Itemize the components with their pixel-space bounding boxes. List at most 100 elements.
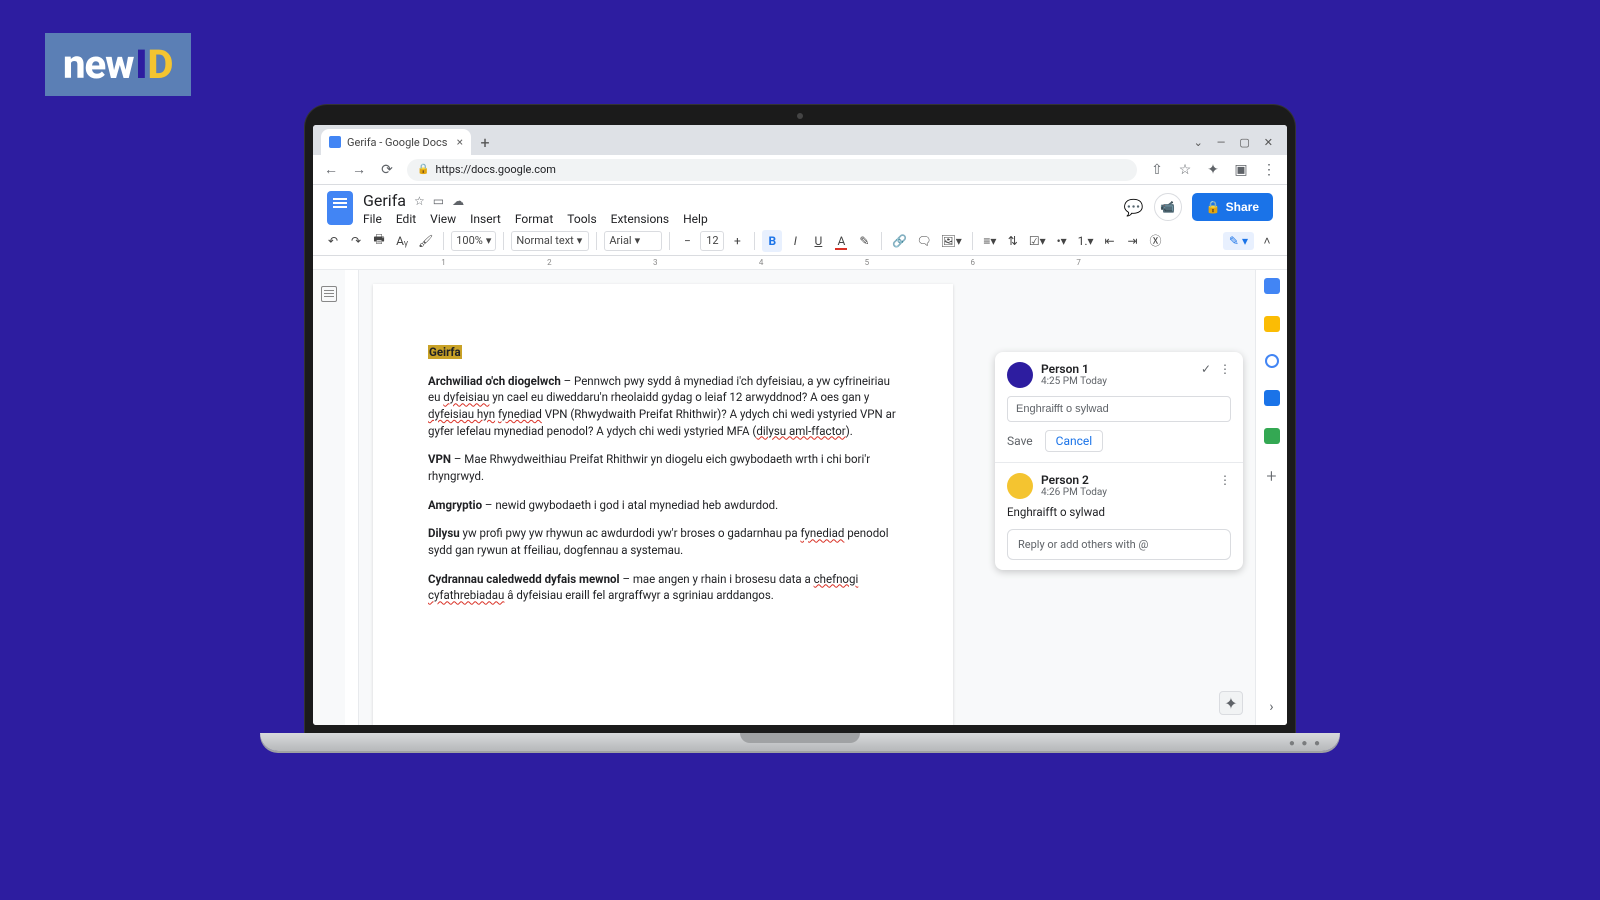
maps-icon[interactable] [1264, 428, 1280, 444]
share-button[interactable]: 🔒 Share [1192, 193, 1273, 221]
star-icon[interactable]: ☆ [414, 194, 425, 208]
highlight-button[interactable]: ✎ [854, 230, 874, 252]
extensions-icon[interactable]: ✦ [1205, 162, 1221, 178]
address-bar: ← → ⟳ 🔒 https://docs.google.com ⇧ ☆ ✦ ▣ … [313, 155, 1287, 185]
move-icon[interactable]: ▭ [433, 194, 444, 208]
explore-button[interactable]: ✦ [1219, 691, 1243, 715]
reload-icon[interactable]: ⟳ [379, 162, 395, 178]
doc-heading: Geirfa [428, 345, 462, 359]
screen: Gerifa - Google Docs × + ⌄ — ▢ ✕ ← → ⟳ 🔒 [313, 125, 1287, 725]
reply-placeholder: Reply or add others with @ [1018, 538, 1148, 551]
font-select[interactable]: Arial▾ [604, 231, 662, 251]
indent-decrease-icon[interactable]: ⇤ [1100, 230, 1120, 252]
window-chevron-icon[interactable]: ⌄ [1194, 136, 1203, 149]
bookmark-icon[interactable]: ☆ [1177, 162, 1193, 178]
menu-extensions[interactable]: Extensions [611, 212, 669, 226]
logo-d: D [148, 41, 174, 88]
keep-icon[interactable] [1264, 316, 1280, 332]
undo-icon[interactable]: ↶ [323, 230, 343, 252]
menu-format[interactable]: Format [515, 212, 553, 226]
paint-format-icon[interactable]: 🖌 [415, 230, 436, 252]
bullet-list-icon[interactable]: •▾ [1052, 230, 1072, 252]
line-spacing-icon[interactable]: ⇅ [1003, 230, 1023, 252]
browser-tab[interactable]: Gerifa - Google Docs × [321, 129, 471, 155]
zoom-select[interactable]: 100%▾ [451, 231, 496, 251]
font-size-input[interactable]: 12 [700, 231, 724, 251]
spellcheck-icon[interactable]: Aᵧ [392, 230, 412, 252]
doc-title[interactable]: Gerifa [363, 191, 406, 210]
logo-i: I [135, 41, 147, 88]
docs-favicon-icon [329, 136, 341, 148]
font-size-decrease[interactable]: − [677, 230, 697, 252]
clear-format-icon[interactable]: Ⓧ [1146, 230, 1166, 252]
share-label: Share [1226, 200, 1259, 214]
comment-input[interactable] [1007, 396, 1231, 422]
meet-button[interactable]: 📹 [1154, 193, 1182, 221]
comment-menu-icon[interactable]: ⋮ [1219, 362, 1231, 376]
checklist-icon[interactable]: ☑▾ [1026, 230, 1049, 252]
horizontal-ruler[interactable]: 1 2 3 4 5 6 7 [313, 256, 1287, 270]
vertical-ruler[interactable] [345, 270, 359, 725]
comment-menu-icon[interactable]: ⋮ [1219, 473, 1231, 487]
insert-comment-icon[interactable]: 🗨 [913, 230, 934, 252]
save-button[interactable]: Save [1007, 434, 1033, 448]
bold-button[interactable]: B [762, 230, 782, 252]
docs-logo-icon[interactable] [327, 191, 353, 225]
contacts-icon[interactable] [1264, 390, 1280, 406]
url-field[interactable]: 🔒 https://docs.google.com [407, 159, 1137, 181]
menu-bar: File Edit View Insert Format Tools Exten… [363, 212, 1124, 226]
lock-icon: 🔒 [1206, 200, 1221, 214]
sidepanel-icon[interactable]: ▣ [1233, 162, 1249, 178]
tab-title: Gerifa - Google Docs [347, 136, 451, 149]
insert-image-icon[interactable]: 🖼▾ [938, 230, 965, 252]
document-page[interactable]: Geirfa Archwiliad o'ch diogelwch – Pennw… [373, 284, 953, 725]
screen-bezel: Gerifa - Google Docs × + ⌄ — ▢ ✕ ← → ⟳ 🔒 [305, 105, 1295, 733]
paragraph-4: Dilysu yw profi pwy yw rhywun ac awdurdo… [428, 525, 898, 558]
style-select[interactable]: Normal text▾ [511, 231, 589, 251]
menu-tools[interactable]: Tools [567, 212, 596, 226]
numbered-list-icon[interactable]: 1.▾ [1075, 230, 1097, 252]
calendar-icon[interactable] [1264, 278, 1280, 294]
browser-menu-icon[interactable]: ⋮ [1261, 162, 1277, 178]
tasks-icon[interactable] [1265, 354, 1279, 368]
print-icon[interactable]: 🖶 [369, 230, 389, 252]
url-text: https://docs.google.com [435, 163, 555, 176]
add-addon-icon[interactable]: + [1266, 466, 1276, 487]
expand-panel-icon[interactable]: › [1269, 699, 1273, 715]
collapse-toolbar-icon[interactable]: ˄ [1257, 230, 1277, 252]
reply-input[interactable]: Reply or add others with @ [1007, 529, 1231, 560]
align-button[interactable]: ≡▾ [980, 230, 1000, 252]
back-icon[interactable]: ← [323, 161, 339, 178]
laptop-dots: ● ● ● [1289, 738, 1322, 749]
italic-button[interactable]: I [785, 230, 805, 252]
cloud-icon[interactable]: ☁ [452, 194, 464, 208]
outline-icon[interactable] [321, 286, 337, 302]
formatting-toolbar: ↶ ↷ 🖶 Aᵧ 🖌 100%▾ Normal text▾ Arial▾ − 1… [313, 226, 1287, 256]
menu-insert[interactable]: Insert [470, 212, 501, 226]
menu-view[interactable]: View [430, 212, 456, 226]
tab-close-icon[interactable]: × [457, 135, 463, 149]
menu-file[interactable]: File [363, 212, 382, 226]
header-right: 💬 📹 🔒 Share [1124, 193, 1273, 221]
editing-mode-button[interactable]: ✎▾ [1223, 232, 1254, 250]
window-maximize-icon[interactable]: ▢ [1239, 136, 1249, 149]
text-color-button[interactable]: A [831, 230, 851, 252]
comment-thread: Person 1 4:25 PM Today ✓ ⋮ Save Cancel [995, 352, 1243, 570]
insert-link-icon[interactable]: 🔗 [889, 230, 910, 252]
resolve-icon[interactable]: ✓ [1201, 362, 1211, 376]
underline-button[interactable]: U [808, 230, 828, 252]
font-size-increase[interactable]: + [727, 230, 747, 252]
doc-titlebox: Gerifa ☆ ▭ ☁ File Edit View Insert Forma… [363, 191, 1124, 226]
share-page-icon[interactable]: ⇧ [1149, 162, 1165, 178]
comment-history-icon[interactable]: 💬 [1124, 198, 1144, 217]
redo-icon[interactable]: ↷ [346, 230, 366, 252]
menu-edit[interactable]: Edit [396, 212, 416, 226]
new-tab-button[interactable]: + [475, 132, 495, 152]
window-close-icon[interactable]: ✕ [1264, 136, 1273, 149]
forward-icon[interactable]: → [351, 161, 367, 178]
cancel-button[interactable]: Cancel [1045, 430, 1104, 452]
menu-help[interactable]: Help [683, 212, 708, 226]
lock-icon: 🔒 [417, 164, 429, 175]
window-minimize-icon[interactable]: — [1217, 136, 1226, 149]
indent-increase-icon[interactable]: ⇥ [1123, 230, 1143, 252]
